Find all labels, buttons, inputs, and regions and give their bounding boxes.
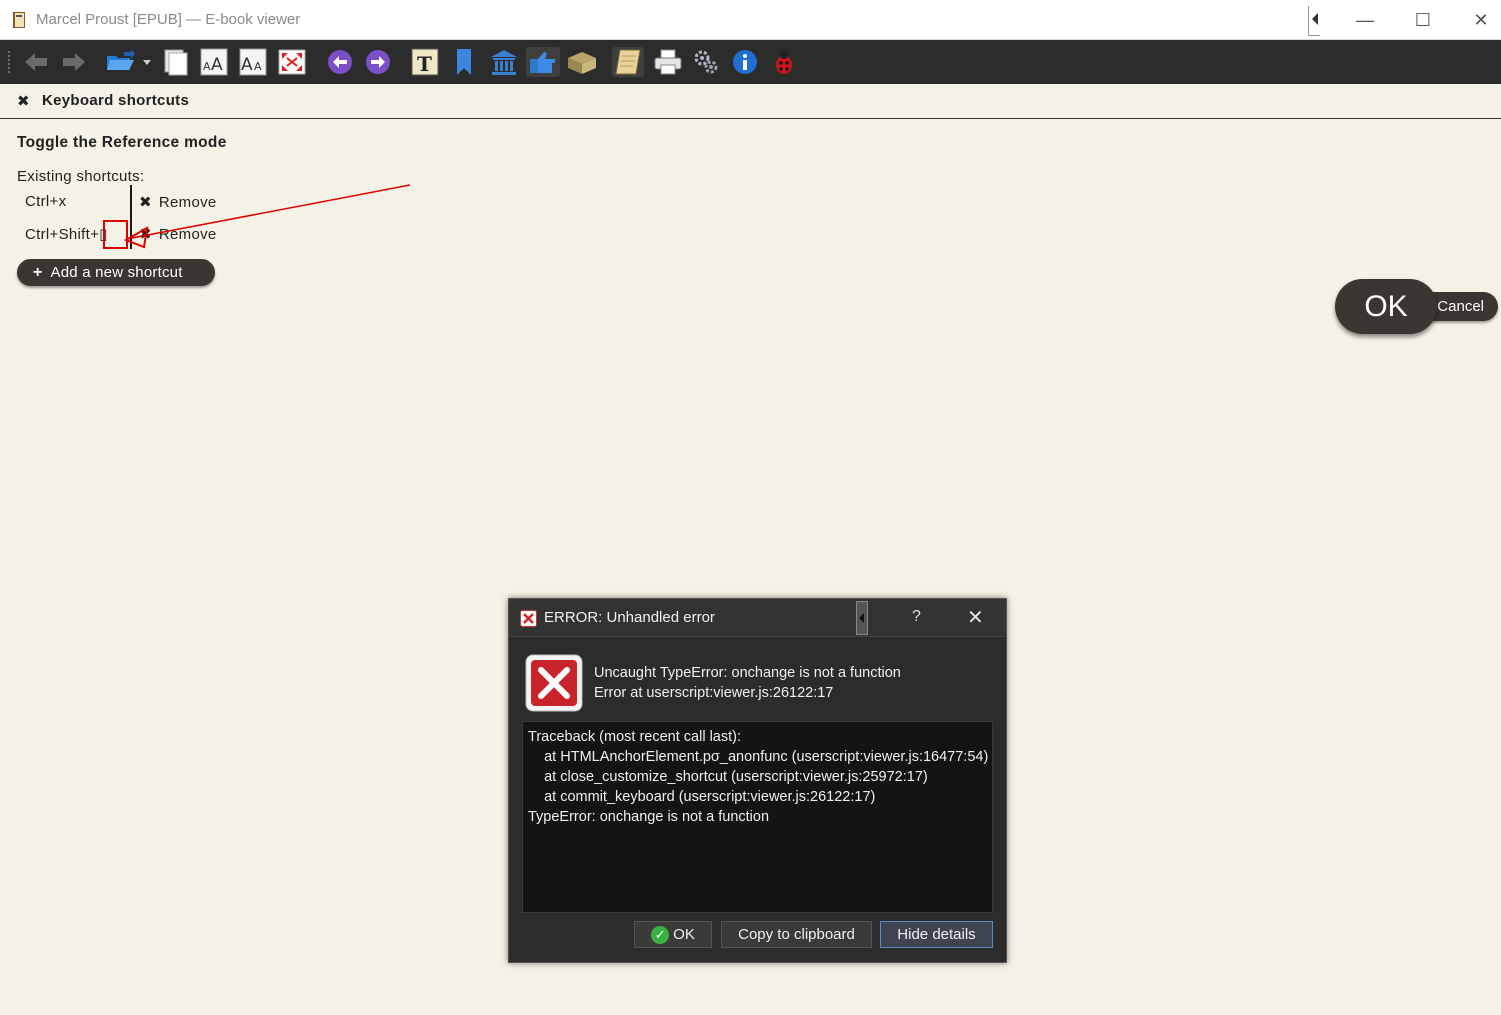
hide-details-button[interactable]: Hide details [880, 921, 993, 948]
add-shortcut-button[interactable]: + Add a new shortcut [17, 259, 215, 286]
close-dialog-button[interactable]: ✕ [967, 605, 984, 630]
dialog-title-bar: ERROR: Unhandled error ? ✕ [509, 599, 1006, 637]
add-shortcut-label: Add a new shortcut [50, 264, 183, 281]
error-message: Uncaught TypeError: onchange is not a fu… [594, 663, 901, 703]
plus-icon: + [33, 263, 43, 281]
error-message-line: Uncaught TypeError: onchange is not a fu… [594, 665, 901, 681]
dialog-ok-label: OK [673, 926, 695, 943]
error-location-line: Error at userscript:viewer.js:26122:17 [594, 685, 834, 701]
error-details-text[interactable]: Traceback (most recent call last): at HT… [522, 721, 993, 913]
copy-to-clipboard-label: Copy to clipboard [738, 926, 855, 943]
dialog-ok-button[interactable]: ✓ OK [634, 921, 712, 948]
error-large-icon [525, 654, 583, 712]
help-button[interactable]: ? [912, 608, 921, 626]
error-dialog: ERROR: Unhandled error ? ✕ Uncaught Type… [508, 598, 1007, 963]
error-icon [520, 610, 537, 627]
ok-button[interactable]: OK [1335, 279, 1437, 334]
dialog-collapse-handle[interactable] [856, 601, 868, 635]
dialog-title: ERROR: Unhandled error [544, 609, 715, 626]
check-icon: ✓ [651, 925, 670, 944]
hide-details-label: Hide details [897, 926, 976, 943]
copy-to-clipboard-button[interactable]: Copy to clipboard [721, 921, 872, 948]
